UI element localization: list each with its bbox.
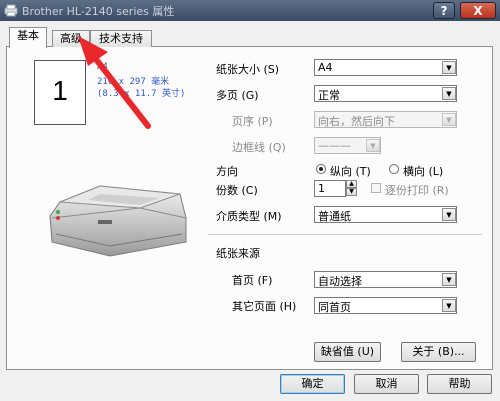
ok-button[interactable]: 确定 [280, 374, 345, 394]
tab-basic[interactable]: 基本 [9, 27, 47, 48]
chevron-down-icon: ▼ [442, 208, 456, 221]
copies-value: 1 [318, 182, 325, 195]
page-order-label: 页序 (P) [232, 115, 273, 128]
chevron-down-icon: ▼ [442, 273, 456, 286]
paper-size-value: A4 [318, 61, 333, 74]
chevron-down-icon: ▼ [442, 113, 456, 126]
portrait-label[interactable]: 纵向 (T) [330, 163, 371, 179]
other-pages-select[interactable]: 同首页 ▼ [314, 297, 457, 314]
media-type-value: 普通纸 [318, 210, 351, 223]
media-type-label: 介质类型 (M) [216, 210, 282, 223]
radio-selected-dot [319, 167, 323, 171]
printer-icon [4, 4, 18, 17]
landscape-label[interactable]: 横向 (L) [403, 163, 443, 179]
other-pages-label: 其它页面 (H) [232, 300, 297, 313]
copies-input[interactable]: 1 [314, 180, 346, 197]
printer-illustration [49, 185, 187, 257]
page-order-select[interactable]: 向右，然后向下 ▼ [314, 111, 457, 128]
paper-size-inch: (8.3 x 11.7 英寸) [97, 89, 186, 99]
default-values-button[interactable]: 缺省值 (U) [314, 342, 381, 362]
help-titlebar-button[interactable]: ? [433, 2, 455, 19]
chevron-down-icon: ▼ [442, 87, 456, 100]
close-button[interactable]: X [460, 2, 496, 19]
border-line-select[interactable]: ——— ▼ [314, 137, 381, 154]
border-line-label: 边框线 (Q) [232, 141, 286, 154]
collate-checkbox[interactable] [371, 183, 381, 193]
chevron-down-icon: ▼ [366, 139, 380, 152]
paper-size-label: 纸张大小 (S) [216, 63, 280, 76]
paper-size-select[interactable]: A4 ▼ [314, 59, 457, 76]
multi-page-label: 多页 (G) [216, 89, 259, 102]
help-button[interactable]: 帮助 [427, 374, 492, 394]
chevron-down-icon: ▼ [442, 299, 456, 312]
paper-size-name: A4 [97, 62, 108, 72]
tab-advanced[interactable]: 高级 [52, 30, 90, 47]
spin-up-icon[interactable]: ▲ [346, 180, 357, 188]
first-page-label: 首页 (F) [232, 274, 273, 287]
tab-tech-support[interactable]: 技术支持 [90, 30, 152, 47]
spin-down-icon[interactable]: ▼ [346, 188, 357, 196]
page-preview: 1 [34, 60, 86, 125]
first-page-select[interactable]: 自动选择 ▼ [314, 271, 457, 288]
page-order-value: 向右，然后向下 [318, 115, 395, 128]
media-type-select[interactable]: 普通纸 ▼ [314, 206, 457, 223]
chevron-down-icon: ▼ [442, 61, 456, 74]
collate-label: 逐份打印 (R) [385, 184, 449, 197]
portrait-radio[interactable] [316, 164, 326, 174]
first-page-value: 自动选择 [318, 275, 362, 288]
window-title: Brother HL-2140 series 属性 [22, 5, 175, 18]
landscape-radio[interactable] [389, 164, 399, 174]
multi-page-select[interactable]: 正常 ▼ [314, 85, 457, 102]
page-preview-number: 1 [52, 75, 68, 106]
other-pages-value: 同首页 [318, 301, 351, 314]
about-button[interactable]: 关于 (B)... [401, 342, 476, 362]
cancel-button[interactable]: 取消 [354, 374, 419, 394]
orientation-label: 方向 [216, 165, 238, 178]
paper-source-label: 纸张来源 [216, 247, 260, 260]
multi-page-value: 正常 [318, 89, 340, 102]
copies-label: 份数 (C) [216, 184, 258, 197]
separator [208, 234, 482, 236]
border-line-value: ——— [318, 139, 351, 152]
